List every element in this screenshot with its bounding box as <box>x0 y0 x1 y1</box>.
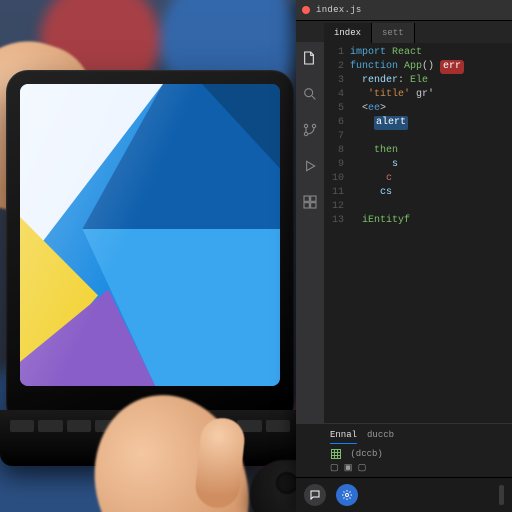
window-titlebar[interactable]: index.js <box>296 0 512 21</box>
panel-tab-terminal[interactable]: Ennal <box>330 428 357 444</box>
code-line[interactable]: 11 cs <box>324 186 512 200</box>
code-line[interactable]: 9 s <box>324 158 512 172</box>
gear-icon[interactable] <box>336 484 358 506</box>
code-line[interactable]: 5 <ee> <box>324 102 512 116</box>
tablet-screen[interactable] <box>20 84 280 386</box>
editor-workarea: 1import React2function App() err3 render… <box>296 42 512 428</box>
tab-settings[interactable]: sett <box>372 23 415 43</box>
code-line[interactable]: 12 <box>324 200 512 214</box>
code-area[interactable]: 1import React2function App() err3 render… <box>324 42 512 428</box>
files-icon[interactable] <box>302 50 318 72</box>
panel-tab-output[interactable]: duccb <box>367 428 394 444</box>
code-line[interactable]: 8 then <box>324 144 512 158</box>
code-line[interactable]: 1import React <box>324 46 512 60</box>
grid-icon <box>330 448 342 460</box>
activity-bar <box>296 42 324 428</box>
scene-root: index.js index sett 1import React2functi… <box>0 0 512 512</box>
panel-line2: ▢ ▣ ▢ <box>330 461 506 475</box>
tab-index[interactable]: index <box>324 23 372 43</box>
traffic-light-close-icon[interactable] <box>302 6 310 14</box>
code-line[interactable]: 10 c <box>324 172 512 186</box>
panel-line: (dccb) <box>330 447 506 461</box>
code-line[interactable]: 7 <box>324 130 512 144</box>
editor-tabstrip: index sett <box>296 21 512 43</box>
chat-icon[interactable] <box>304 484 326 506</box>
search-icon[interactable] <box>302 86 318 108</box>
debug-icon[interactable] <box>302 158 318 180</box>
code-line[interactable]: 3 render: Ele <box>324 74 512 88</box>
status-spacer <box>499 485 504 505</box>
code-line[interactable]: 4 'title' gr' <box>324 88 512 102</box>
code-editor-window: index.js index sett 1import React2functi… <box>296 0 512 512</box>
extensions-icon[interactable] <box>302 194 318 216</box>
status-bar <box>296 477 512 512</box>
code-line[interactable]: 13 iEntityf <box>324 214 512 228</box>
tablet-bezel <box>20 84 280 386</box>
bottom-panel: Ennal duccb (dccb) ▢ ▣ ▢ <box>296 423 512 478</box>
code-line[interactable]: 2function App() err <box>324 60 512 74</box>
branch-icon[interactable] <box>302 122 318 144</box>
window-title: index.js <box>316 3 362 17</box>
code-line[interactable]: 6 alert <box>324 116 512 130</box>
tablet-device <box>6 70 294 426</box>
